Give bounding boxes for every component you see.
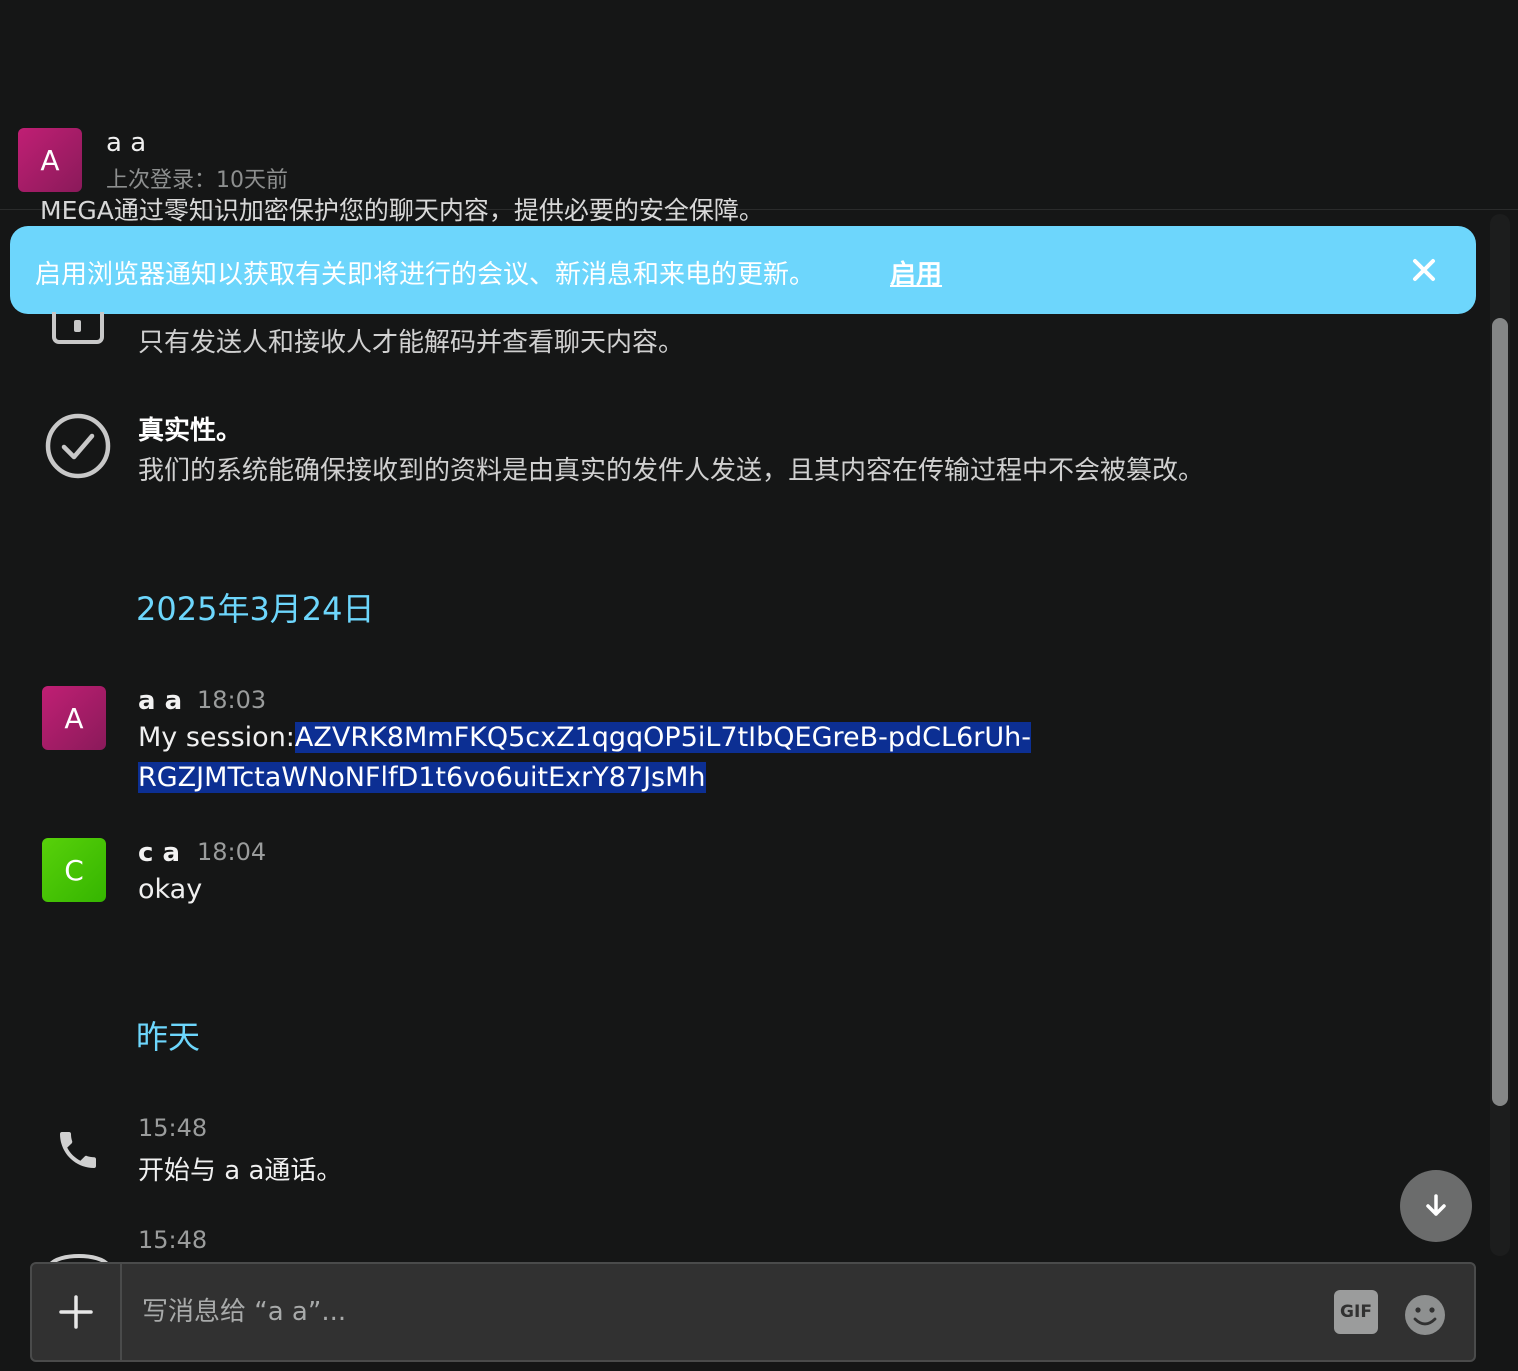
message-text[interactable]: okay — [138, 870, 202, 910]
intro-text: MEGA通过零知识加密保护您的聊天内容，提供必要的安全保障。 — [40, 196, 764, 225]
scroll-to-bottom-button[interactable] — [1400, 1170, 1472, 1242]
gif-button[interactable]: GIF — [1334, 1290, 1378, 1334]
arrow-down-icon — [1426, 1194, 1446, 1216]
contact-name[interactable]: a a — [106, 128, 146, 158]
message-author[interactable]: a a — [138, 686, 182, 716]
message-composer: GIF — [30, 1262, 1476, 1362]
intro-text-cut: MEGA通过零知识加密保护您的聊天内容，提供必要的安全保障。 — [40, 195, 1240, 225]
message-author[interactable]: c a — [138, 838, 180, 868]
notification-banner: 启用浏览器通知以获取有关即将进行的会议、新消息和来电的更新。 启用 — [10, 226, 1476, 314]
call-event-text: 开始与 a a通话。 — [138, 1156, 343, 1186]
close-icon — [1413, 259, 1435, 281]
privacy-feature-text: 只有发送人和接收人才能解码并查看聊天内容。 — [138, 328, 685, 358]
enable-notifications-link[interactable]: 启用 — [890, 254, 942, 291]
check-circle-icon — [44, 412, 112, 480]
date-separator: 昨天 — [136, 1018, 201, 1056]
add-attachment-button[interactable] — [32, 1264, 122, 1360]
call-time: 15:48 — [138, 1114, 208, 1142]
message-time: 18:04 — [197, 838, 267, 866]
call-time: 15:48 — [138, 1226, 208, 1254]
close-banner-button[interactable] — [1408, 254, 1440, 286]
phone-icon — [54, 1126, 102, 1174]
message-text: My session: — [138, 722, 295, 753]
authenticity-feature-title: 真实性。 — [138, 416, 243, 446]
message-body[interactable]: My session:AZVRK8MmFKQ5cxZ1qgqOP5iL7tIbQ… — [138, 718, 1031, 798]
message-input[interactable] — [124, 1264, 1304, 1360]
authenticity-feature-text: 我们的系统能确保接收到的资料是由真实的发件人发送，且其内容在传输过程中不会被篡改… — [138, 456, 1205, 486]
contact-avatar[interactable]: A — [18, 128, 82, 192]
emoji-button[interactable] — [1404, 1294, 1446, 1336]
date-separator: 2025年3月24日 — [136, 590, 375, 628]
avatar[interactable]: C — [42, 838, 106, 902]
selected-session-text[interactable]: AZVRK8MmFKQ5cxZ1qgqOP5iL7tIbQEGreB-pdCL6… — [294, 722, 1031, 753]
plus-icon — [59, 1295, 93, 1329]
selected-session-text[interactable]: RGZJMTctaWNoNFlfD1t6vo6uitExrY87JsMh — [138, 762, 706, 793]
scrollbar-thumb[interactable] — [1492, 318, 1508, 1106]
last-login-status: 上次登录：10天前 — [106, 168, 288, 193]
smiley-icon — [1405, 1295, 1445, 1335]
message-time: 18:03 — [197, 686, 267, 714]
lock-icon — [50, 312, 106, 348]
chat-window: A a a 上次登录：10天前 MEGA通过零知识加密保护您的聊天内容，提供必要… — [0, 0, 1518, 1371]
avatar[interactable]: A — [42, 686, 106, 750]
banner-text: 启用浏览器通知以获取有关即将进行的会议、新消息和来电的更新。 — [35, 260, 816, 290]
